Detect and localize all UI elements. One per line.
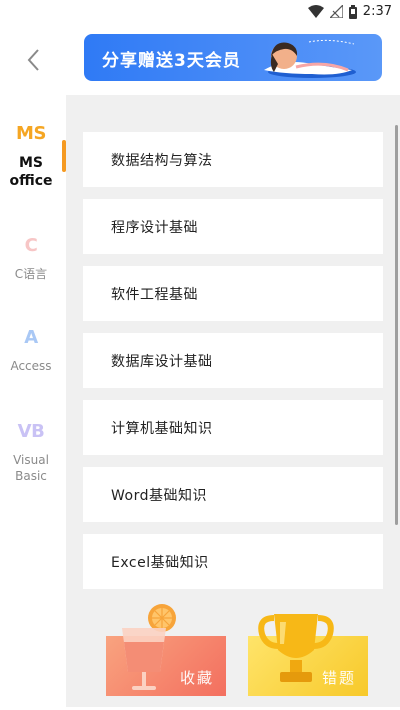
- topic-panel: 数据结构与算法 程序设计基础 软件工程基础 数据库设计基础 计算机基础知识 Wo…: [66, 95, 400, 707]
- vb-icon: VB: [17, 421, 45, 442]
- list-item[interactable]: Word基础知识: [83, 467, 383, 522]
- list-item-label: 数据库设计基础: [111, 353, 213, 370]
- list-item[interactable]: 计算机基础知识: [83, 400, 383, 455]
- sidebar-item-visual-basic[interactable]: VB Visual Basic: [0, 421, 62, 484]
- list-item-label: Excel基础知识: [111, 554, 209, 571]
- status-time: 2:37: [362, 4, 392, 19]
- list-item[interactable]: 数据结构与算法: [83, 132, 383, 187]
- c-icon: C: [24, 235, 38, 256]
- back-button[interactable]: [20, 44, 48, 76]
- battery-icon: [348, 4, 357, 19]
- list-item-label: 软件工程基础: [111, 286, 198, 303]
- signal-icon: [329, 5, 343, 18]
- favorites-label: 收藏: [179, 669, 214, 687]
- sleeping-girl-illustration: [264, 39, 356, 78]
- access-icon: A: [24, 327, 38, 348]
- sidebar-item-access[interactable]: A Access: [0, 327, 62, 374]
- status-bar: 2:37: [0, 0, 400, 24]
- banner-text: 分享赠送3天会员: [102, 51, 241, 71]
- ms-icon: MS: [16, 123, 46, 144]
- sidebar-item-ms-office[interactable]: MS MS office: [0, 123, 62, 190]
- mistakes-button[interactable]: 错题: [248, 614, 368, 696]
- list-item-label: 数据结构与算法: [111, 152, 213, 169]
- list-item[interactable]: 软件工程基础: [83, 266, 383, 321]
- sidebar-item-label: MS office: [9, 155, 53, 189]
- sidebar-item-label: C语言: [14, 267, 48, 281]
- category-sidebar: MS MS office C C语言 A Access VB Visual Ba…: [0, 95, 62, 695]
- list-item-label: 程序设计基础: [111, 219, 198, 236]
- list-item[interactable]: Excel基础知识: [83, 534, 383, 589]
- drink-icon: [122, 604, 176, 690]
- list-scrollbar[interactable]: [395, 125, 398, 525]
- sidebar-item-c[interactable]: C C语言: [0, 235, 62, 282]
- list-item[interactable]: 程序设计基础: [83, 199, 383, 254]
- topic-list[interactable]: 数据结构与算法 程序设计基础 软件工程基础 数据库设计基础 计算机基础知识 Wo…: [83, 132, 383, 610]
- list-item-label: Word基础知识: [111, 487, 207, 504]
- sidebar-item-label: Access: [10, 359, 52, 373]
- back-arrow-icon: [27, 49, 39, 71]
- mistakes-label: 错题: [321, 669, 356, 687]
- sidebar-item-label: Visual Basic: [13, 453, 49, 483]
- favorites-button[interactable]: 收藏: [106, 604, 226, 696]
- share-banner[interactable]: 分享赠送3天会员: [84, 34, 382, 81]
- wifi-icon: [307, 5, 324, 18]
- list-item[interactable]: 数据库设计基础: [83, 333, 383, 388]
- list-item-label: 计算机基础知识: [111, 420, 213, 437]
